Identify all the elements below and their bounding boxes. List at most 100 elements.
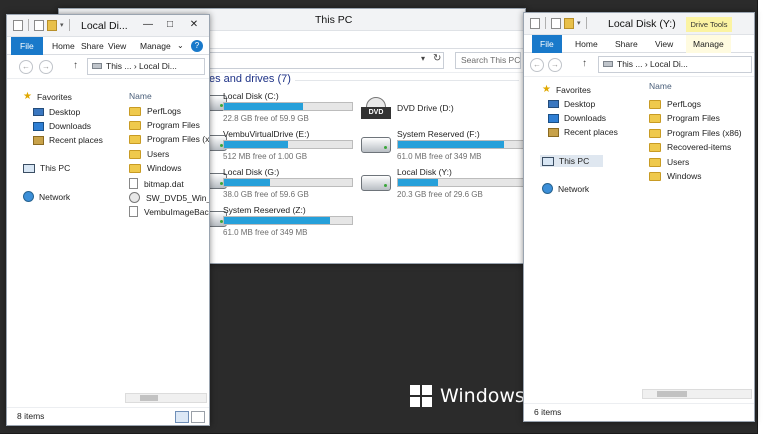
horizontal-scrollbar[interactable] — [642, 389, 752, 399]
list-item[interactable]: Program Files — [649, 113, 720, 123]
new-folder-icon[interactable] — [564, 17, 574, 29]
tab-file[interactable]: File — [11, 37, 43, 55]
folder-icon — [129, 149, 141, 159]
window-menu-icon[interactable] — [530, 17, 540, 29]
name-column-header[interactable]: Name — [129, 91, 152, 101]
drive-tile-e[interactable]: VembuVirtualDrive (E:) 512 MB free of 1.… — [223, 129, 383, 165]
nav-favorites[interactable]: ★ Favorites — [23, 92, 72, 103]
large-icons-view-icon[interactable] — [191, 411, 205, 423]
details-view-icon[interactable] — [175, 411, 189, 423]
list-item[interactable]: Program Files (x86) — [649, 128, 742, 138]
tab-file[interactable]: File — [532, 35, 562, 53]
tab-view[interactable]: View — [648, 35, 680, 53]
nav-network[interactable]: Network — [23, 191, 70, 202]
drive-tile-z[interactable]: System Reserved (Z:) 61.0 MB free of 349… — [223, 205, 383, 241]
network-icon — [23, 191, 34, 202]
address-path: This ... › Local Di... — [617, 59, 688, 69]
section-divider — [295, 80, 519, 81]
refresh-icon[interactable]: ↻ — [433, 53, 441, 64]
nav-this-pc[interactable]: This PC — [540, 155, 604, 167]
list-item[interactable]: Program Files (x86) — [129, 134, 210, 144]
name-column-header[interactable]: Name — [649, 81, 672, 91]
desktop: Windows S This PC ▾ ↻ Search This PC es … — [0, 0, 758, 434]
folder-icon — [129, 106, 141, 116]
drive-free-space: 512 MB free of 1.00 GB — [223, 152, 308, 161]
nav-this-pc[interactable]: This PC — [23, 163, 70, 173]
nav-desktop[interactable]: Desktop — [33, 107, 80, 117]
right-titlebar[interactable]: ▾ Local Disk (Y:) Drive Tools — [524, 13, 754, 35]
list-item[interactable]: PerfLogs — [649, 99, 701, 109]
drive-tile-f[interactable]: System Reserved (F:) 61.0 MB free of 349… — [397, 129, 525, 165]
tab-share[interactable]: Share — [608, 35, 645, 53]
tab-home[interactable]: Home — [47, 37, 80, 55]
this-pc-address-box[interactable] — [199, 52, 444, 69]
tab-manage[interactable]: Manage — [135, 37, 176, 55]
back-arrow-icon[interactable]: ← — [530, 58, 544, 72]
left-address-box[interactable]: This ... › Local Di... — [87, 58, 205, 75]
back-arrow-icon[interactable]: ← — [19, 60, 33, 74]
list-item[interactable]: bitmap.dat — [129, 178, 184, 189]
list-item[interactable]: Program Files — [129, 120, 200, 130]
drive-name: System Reserved (Z:) — [223, 205, 306, 215]
left-ribbon: File Home Share View Manage ⌄ ? — [7, 37, 209, 55]
forward-arrow-icon[interactable]: → — [548, 58, 562, 72]
tab-home[interactable]: Home — [568, 35, 605, 53]
list-item[interactable]: SW_DVD5_Win_Pr — [129, 192, 209, 203]
nav-downloads[interactable]: Downloads — [33, 121, 91, 131]
nav-network[interactable]: Network — [542, 183, 589, 194]
drive-usage-bar — [223, 102, 353, 111]
customize-qat-icon[interactable]: ▾ — [60, 21, 64, 29]
windows-logo-icon — [410, 385, 432, 407]
expand-ribbon-icon[interactable]: ⌄ — [175, 37, 186, 55]
nav-desktop[interactable]: Desktop — [548, 99, 595, 109]
file-icon — [129, 178, 138, 189]
nav-recent-places[interactable]: Recent places — [33, 135, 103, 145]
horizontal-scrollbar[interactable] — [125, 393, 207, 403]
up-arrow-icon[interactable]: ↑ — [582, 58, 587, 69]
window-menu-icon[interactable] — [13, 19, 23, 31]
nav-recent-places[interactable]: Recent places — [548, 127, 618, 137]
folder-icon — [129, 134, 141, 144]
item-label: Program Files (x86) — [147, 134, 210, 144]
drive-free-space: 20.3 GB free of 29.6 GB — [397, 190, 483, 199]
nav-favorites[interactable]: ★ Favorites — [542, 85, 591, 96]
left-titlebar[interactable]: ▾ Local Di... — □ ✕ — [7, 15, 209, 37]
forward-arrow-icon[interactable]: → — [39, 60, 53, 74]
nav-downloads[interactable]: Downloads — [548, 113, 606, 123]
folder-icon — [649, 99, 661, 109]
customize-qat-icon[interactable]: ▾ — [577, 19, 581, 27]
maximize-button[interactable]: □ — [157, 15, 183, 34]
local-disk-y-window[interactable]: ▾ Local Disk (Y:) Drive Tools File Home … — [523, 12, 755, 422]
drive-tile-y[interactable]: Local Disk (Y:) 20.3 GB free of 29.6 GB — [397, 167, 525, 203]
local-disk-left-window[interactable]: ▾ Local Di... — □ ✕ File Home Share View… — [6, 14, 210, 426]
list-item[interactable]: Users — [649, 157, 689, 167]
list-item[interactable]: PerfLogs — [129, 106, 181, 116]
address-path: This ... › Local Di... — [106, 61, 177, 71]
tab-view[interactable]: View — [103, 37, 131, 55]
drive-tile-c[interactable]: Local Disk (C:) 22.8 GB free of 59.9 GB — [223, 91, 383, 127]
list-item[interactable]: Windows — [649, 171, 701, 181]
nav-label: This PC — [40, 163, 71, 173]
tab-manage[interactable]: Manage — [686, 35, 731, 53]
devices-section-header[interactable]: es and drives (7) — [209, 73, 291, 85]
list-item[interactable]: Users — [129, 149, 169, 159]
drive-name: System Reserved (F:) — [397, 129, 480, 139]
help-icon[interactable]: ? — [191, 40, 203, 52]
new-folder-icon[interactable] — [47, 19, 57, 31]
properties-icon[interactable] — [551, 17, 561, 29]
list-item[interactable]: VembuImageBack — [129, 206, 209, 217]
list-item[interactable]: Recovered-items — [649, 142, 731, 152]
properties-icon[interactable] — [34, 19, 44, 31]
nav-label: This PC — [559, 156, 590, 166]
drive-tile-g[interactable]: Local Disk (G:) 38.0 GB free of 59.6 GB — [223, 167, 383, 203]
right-address-box[interactable]: This ... › Local Di... — [598, 56, 752, 73]
chevron-down-icon[interactable]: ▾ — [421, 54, 425, 63]
close-button[interactable]: ✕ — [181, 15, 207, 34]
this-pc-title: This PC — [315, 14, 353, 26]
drive-usage-bar — [223, 140, 353, 149]
list-item[interactable]: Windows — [129, 163, 181, 173]
item-label: Users — [667, 157, 690, 167]
search-input[interactable]: Search This PC — [455, 52, 521, 69]
up-arrow-icon[interactable]: ↑ — [73, 60, 78, 71]
drive-free-space: 61.0 MB free of 349 MB — [397, 152, 482, 161]
